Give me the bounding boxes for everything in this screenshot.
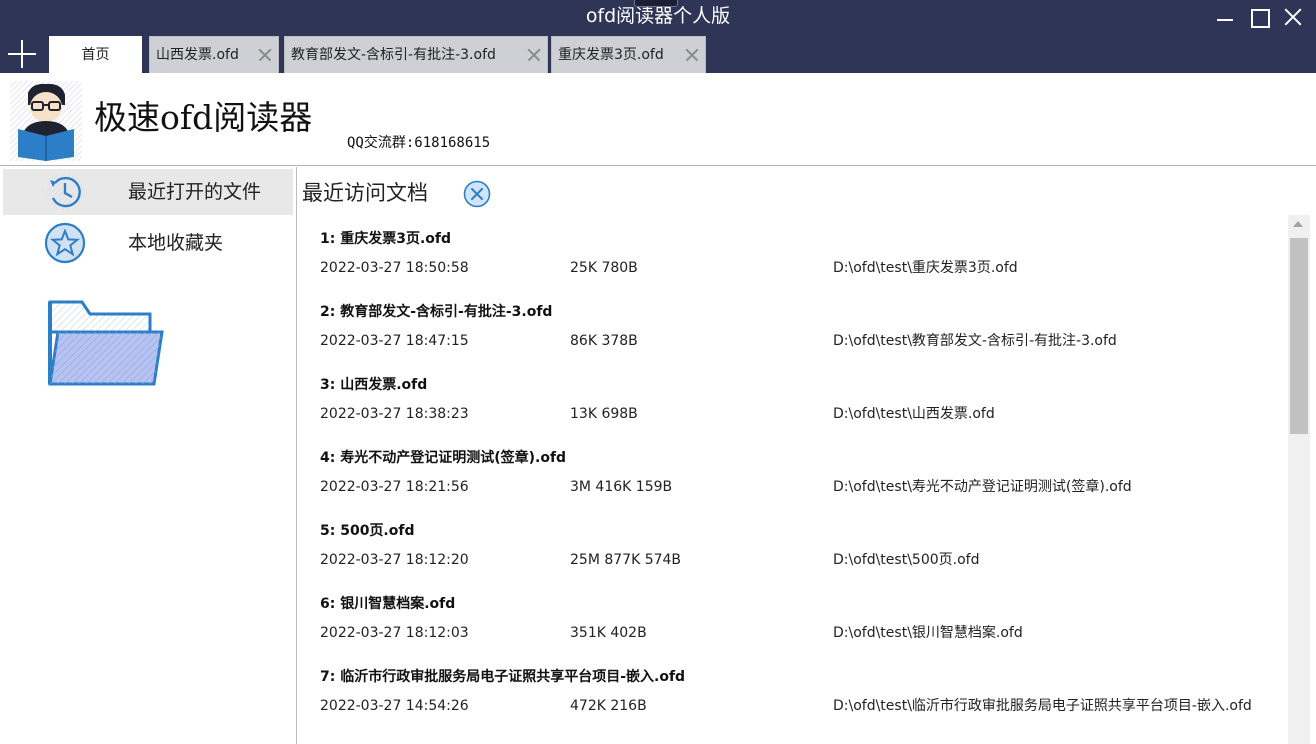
sidebar: 最近打开的文件 本地收藏夹	[0, 167, 297, 744]
list-item[interactable]: 5: 500页.ofd 2022-03-27 18:12:20 25M 877K…	[320, 507, 1288, 580]
file-title[interactable]: 4: 寿光不动产登记证明测试(签章).ofd	[320, 448, 566, 468]
file-size: 86K 378B	[570, 333, 638, 349]
file-title[interactable]: 5: 500页.ofd	[320, 521, 415, 541]
brand-header: 极速ofd阅读器 QQ交流群:618168615	[0, 73, 1316, 166]
file-title[interactable]: 3: 山西发票.ofd	[320, 375, 427, 395]
file-size: 472K 216B	[570, 698, 647, 714]
tab-chongqing-invoice[interactable]: 重庆发票3页.ofd	[551, 36, 706, 73]
file-time: 2022-03-27 18:38:23	[320, 406, 469, 422]
file-time: 2022-03-27 18:21:56	[320, 479, 469, 495]
new-tab-plus-icon[interactable]	[6, 39, 38, 69]
scrollbar-thumb[interactable]	[1290, 238, 1308, 434]
drag-handle[interactable]	[634, 0, 678, 7]
list-item[interactable]: 4: 寿光不动产登记证明测试(签章).ofd 2022-03-27 18:21:…	[320, 434, 1288, 507]
close-window-button[interactable]	[1280, 4, 1306, 30]
file-time: 2022-03-27 18:12:20	[320, 552, 469, 568]
reader-logo-icon	[10, 81, 82, 161]
recent-files-list: 1: 重庆发票3页.ofd 2022-03-27 18:50:58 25K 78…	[298, 215, 1288, 744]
tab-label: 重庆发票3页.ofd	[558, 47, 664, 63]
list-item[interactable]: 7: 临沂市行政审批服务局电子证照共享平台项目-嵌入.ofd 2022-03-2…	[320, 653, 1288, 726]
tab-close-icon[interactable]	[685, 48, 699, 62]
vertical-scrollbar[interactable]	[1288, 215, 1310, 744]
sidebar-item-recent-files[interactable]: 最近打开的文件	[3, 169, 293, 215]
file-size: 25M 877K 574B	[570, 552, 682, 568]
qq-group-text: QQ交流群:618168615	[347, 135, 491, 151]
list-item[interactable]: 3: 山西发票.ofd 2022-03-27 18:38:23 13K 698B…	[320, 361, 1288, 434]
file-path: D:\ofd\test\临沂市行政审批服务局电子证照共享平台项目-嵌入.ofd	[833, 698, 1252, 714]
file-size: 13K 698B	[570, 406, 638, 422]
tab-education-doc[interactable]: 教育部发文-含标引-有批注-3.ofd	[284, 36, 548, 73]
tab-label: 首页	[81, 47, 110, 63]
file-path: D:\ofd\test\教育部发文-含标引-有批注-3.ofd	[833, 333, 1117, 349]
file-title[interactable]: 7: 临沂市行政审批服务局电子证照共享平台项目-嵌入.ofd	[320, 667, 685, 687]
tab-label: 山西发票.ofd	[156, 47, 239, 63]
tab-shanxi-invoice[interactable]: 山西发票.ofd	[149, 36, 279, 73]
file-time: 2022-03-27 14:54:26	[320, 698, 469, 714]
file-title[interactable]: 6: 银川智慧档案.ofd	[320, 594, 455, 614]
tab-home[interactable]: 首页	[49, 36, 142, 73]
scroll-up-arrow-icon[interactable]	[1293, 221, 1303, 227]
page-title: 最近访问文档	[302, 181, 428, 205]
list-item[interactable]: 2: 教育部发文-含标引-有批注-3.ofd 2022-03-27 18:47:…	[320, 288, 1288, 361]
tab-close-icon[interactable]	[527, 48, 541, 62]
list-item[interactable]: 6: 银川智慧档案.ofd 2022-03-27 18:12:03 351K 4…	[320, 580, 1288, 653]
clear-circle-x-icon[interactable]	[463, 180, 491, 208]
file-time: 2022-03-27 18:12:03	[320, 625, 469, 641]
minimize-button[interactable]	[1212, 4, 1238, 30]
recent-clock-icon	[46, 173, 84, 211]
file-path: D:\ofd\test\重庆发票3页.ofd	[833, 260, 1018, 276]
sidebar-item-favorites[interactable]: 本地收藏夹	[3, 220, 293, 266]
open-folder-icon[interactable]	[44, 298, 168, 390]
file-size: 3M 416K 159B	[570, 479, 673, 495]
file-size: 25K 780B	[570, 260, 638, 276]
file-path: D:\ofd\test\500页.ofd	[833, 552, 980, 568]
file-size: 351K 402B	[570, 625, 647, 641]
tab-close-icon[interactable]	[258, 48, 272, 62]
file-title[interactable]: 2: 教育部发文-含标引-有批注-3.ofd	[320, 302, 552, 322]
list-item[interactable]: 1: 重庆发票3页.ofd 2022-03-27 18:50:58 25K 78…	[320, 215, 1288, 288]
file-time: 2022-03-27 18:50:58	[320, 260, 469, 276]
sidebar-item-label: 最近打开的文件	[128, 181, 262, 203]
star-icon	[44, 222, 86, 264]
tab-label: 教育部发文-含标引-有批注-3.ofd	[291, 47, 496, 63]
file-path: D:\ofd\test\寿光不动产登记证明测试(签章).ofd	[833, 479, 1132, 495]
app-name: 极速ofd阅读器	[94, 98, 313, 137]
file-path: D:\ofd\test\山西发票.ofd	[833, 406, 995, 422]
main-panel: 最近访问文档 1: 重庆发票3页.ofd 2022-03-27 18:50:58…	[298, 167, 1316, 744]
sidebar-item-label: 本地收藏夹	[128, 232, 224, 254]
file-title[interactable]: 1: 重庆发票3页.ofd	[320, 229, 451, 249]
title-bar: ofd阅读器个人版 首页 山西发票.ofd 教育部发文-含标引-有批注-3.of…	[0, 0, 1316, 73]
file-path: D:\ofd\test\银川智慧档案.ofd	[833, 625, 1023, 641]
maximize-button[interactable]	[1246, 4, 1272, 30]
file-time: 2022-03-27 18:47:15	[320, 333, 469, 349]
